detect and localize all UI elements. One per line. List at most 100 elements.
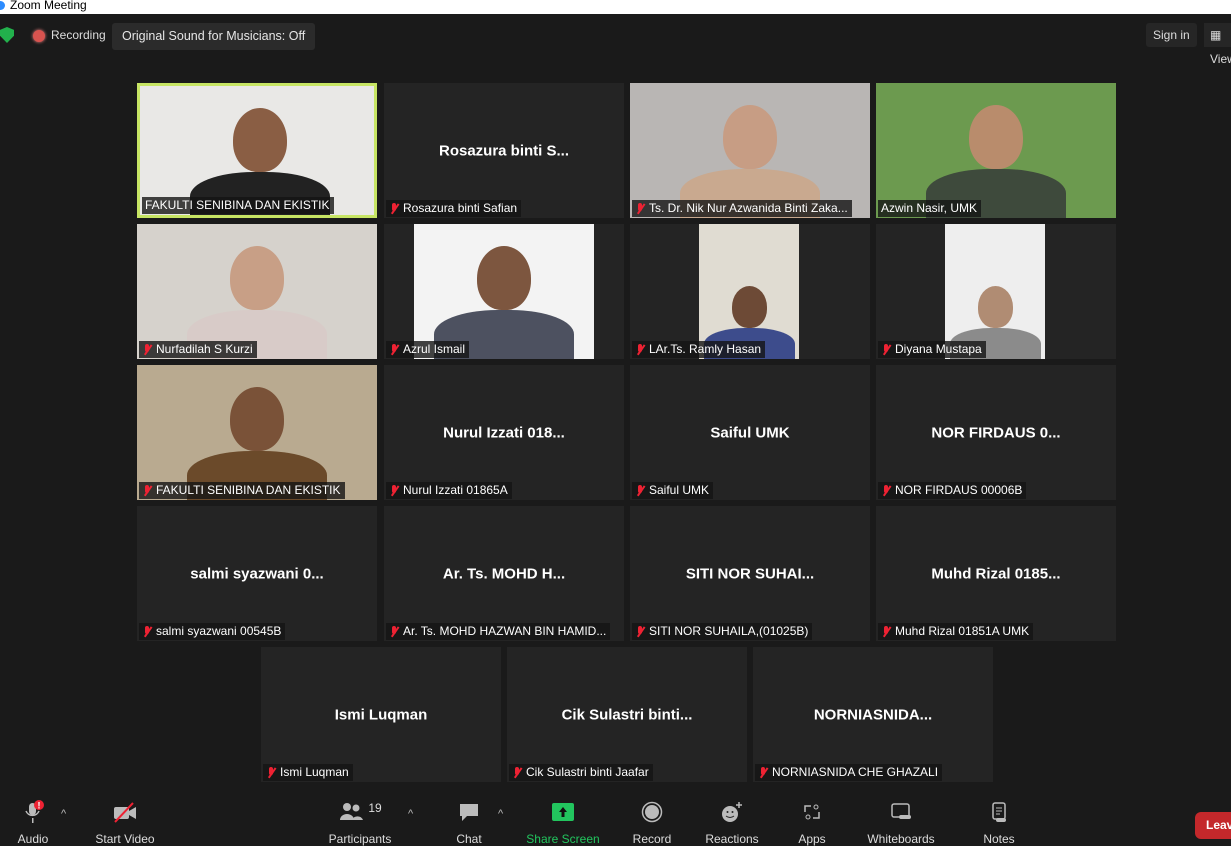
chat-options-caret[interactable]: ^ bbox=[498, 808, 503, 820]
audio-button[interactable]: ! Audio bbox=[12, 800, 54, 846]
participant-tile[interactable]: SITI NOR SUHAI... SITI NOR SUHAILA,(01025… bbox=[630, 506, 870, 641]
participant-video bbox=[414, 224, 594, 359]
apps-button[interactable]: Apps bbox=[796, 800, 828, 846]
participant-tile[interactable]: FAKULTI SENIBINA DAN EKISTIK bbox=[137, 83, 377, 218]
participant-display-name: Saiful UMK bbox=[710, 424, 790, 441]
participant-name-label: Cik Sulastri binti Jaafar bbox=[509, 764, 653, 781]
participant-name-label: Azwin Nasir, UMK bbox=[878, 200, 982, 217]
participant-display-name: Ismi Luqman bbox=[334, 706, 428, 723]
participant-video bbox=[137, 365, 377, 500]
whiteboard-icon bbox=[891, 803, 911, 819]
participant-display-name: salmi syazwani 0... bbox=[190, 565, 324, 582]
share-screen-button[interactable]: Share Screen bbox=[525, 800, 601, 846]
participant-tile[interactable]: Ar. Ts. MOHD H... Ar. Ts. MOHD HAZWAN BIN… bbox=[384, 506, 624, 641]
muted-mic-icon bbox=[881, 484, 891, 497]
start-video-button[interactable]: Start Video bbox=[92, 800, 158, 846]
participant-display-name: Ar. Ts. MOHD H... bbox=[442, 565, 566, 582]
participant-name-label: Muhd Rizal 01851A UMK bbox=[878, 623, 1034, 640]
recording-icon bbox=[33, 30, 45, 42]
whiteboards-button[interactable]: Whiteboards bbox=[864, 800, 938, 846]
apps-icon bbox=[804, 804, 820, 820]
muted-mic-icon bbox=[635, 202, 645, 215]
participant-name: LAr.Ts. Ramly Hasan bbox=[649, 342, 762, 356]
participant-name-label: LAr.Ts. Ramly Hasan bbox=[632, 341, 766, 358]
muted-mic-icon bbox=[512, 766, 522, 779]
reactions-icon bbox=[722, 802, 742, 822]
participant-display-name: NORNIASNIDA... bbox=[813, 706, 933, 723]
muted-mic-icon bbox=[142, 343, 152, 356]
participant-name: NORNIASNIDA CHE GHAZALI bbox=[772, 765, 939, 779]
participant-tile[interactable]: Rosazura binti S... Rosazura binti Safian bbox=[384, 83, 624, 218]
muted-mic-icon bbox=[881, 343, 891, 356]
muted-mic-icon bbox=[389, 625, 399, 638]
participant-name-label: Ismi Luqman bbox=[263, 764, 353, 781]
participants-options-caret[interactable]: ^ bbox=[408, 808, 413, 820]
participant-name: Azrul Ismail bbox=[403, 342, 466, 356]
participant-tile[interactable]: Azwin Nasir, UMK bbox=[876, 83, 1116, 218]
muted-mic-icon bbox=[389, 202, 399, 215]
muted-mic-icon bbox=[389, 343, 399, 356]
participant-name-label: SITI NOR SUHAILA,(01025B) bbox=[632, 623, 813, 640]
participant-tile[interactable]: Ismi Luqman Ismi Luqman bbox=[261, 647, 501, 782]
participant-tile[interactable]: Saiful UMK Saiful UMK bbox=[630, 365, 870, 500]
chat-icon bbox=[460, 804, 478, 821]
grid-icon: ▦ bbox=[1210, 28, 1222, 42]
participant-video bbox=[699, 224, 799, 359]
participant-name: Diyana Mustapa bbox=[895, 342, 982, 356]
participant-tile[interactable]: Azrul Ismail bbox=[384, 224, 624, 359]
participant-name-label: Diyana Mustapa bbox=[878, 341, 986, 358]
participant-name-label: NOR FIRDAUS 00006B bbox=[878, 482, 1027, 499]
participant-tile[interactable]: salmi syazwani 0... salmi syazwani 00545B bbox=[137, 506, 377, 641]
window-title: Zoom Meeting bbox=[10, 0, 87, 12]
participant-name: Azwin Nasir, UMK bbox=[881, 201, 978, 215]
participant-name: Nurfadilah S Kurzi bbox=[156, 342, 253, 356]
chat-button[interactable]: Chat bbox=[452, 800, 486, 846]
participant-tile[interactable]: FAKULTI SENIBINA DAN EKISTIK bbox=[137, 365, 377, 500]
participant-tile[interactable]: Diyana Mustapa bbox=[876, 224, 1116, 359]
share-screen-icon bbox=[552, 803, 574, 821]
leave-button[interactable]: Leave bbox=[1195, 812, 1231, 839]
participant-tile[interactable]: NOR FIRDAUS 0... NOR FIRDAUS 00006B bbox=[876, 365, 1116, 500]
participant-name: Nurul Izzati 01865A bbox=[403, 483, 508, 497]
notes-icon bbox=[992, 802, 1006, 822]
participant-name-label: FAKULTI SENIBINA DAN EKISTIK bbox=[139, 482, 345, 499]
participant-name-label: salmi syazwani 00545B bbox=[139, 623, 286, 640]
participant-video bbox=[876, 83, 1116, 218]
muted-mic-icon bbox=[142, 484, 152, 497]
participant-name-label: NORNIASNIDA CHE GHAZALI bbox=[755, 764, 943, 781]
microphone-icon: ! bbox=[25, 800, 44, 823]
participant-video bbox=[945, 224, 1045, 359]
record-button[interactable]: Record bbox=[630, 800, 674, 846]
participant-name: Muhd Rizal 01851A UMK bbox=[895, 624, 1030, 638]
participant-tile[interactable]: NORNIASNIDA... NORNIASNIDA CHE GHAZALI bbox=[753, 647, 993, 782]
participant-name: NOR FIRDAUS 00006B bbox=[895, 483, 1023, 497]
participant-name-label: Rosazura binti Safian bbox=[386, 200, 522, 217]
participant-tile[interactable]: Cik Sulastri binti... Cik Sulastri binti … bbox=[507, 647, 747, 782]
recording-label: Recording bbox=[51, 28, 106, 42]
participant-tile[interactable]: Nurfadilah S Kurzi bbox=[137, 224, 377, 359]
participant-tile[interactable]: Ts. Dr. Nik Nur Azwanida Binti Zaka... bbox=[630, 83, 870, 218]
participant-name: Ismi Luqman bbox=[280, 765, 349, 779]
sign-in-button[interactable]: Sign in bbox=[1146, 23, 1197, 47]
audio-options-caret[interactable]: ^ bbox=[61, 808, 66, 820]
muted-mic-icon bbox=[389, 484, 399, 497]
original-sound-button[interactable]: Original Sound for Musicians: Off bbox=[112, 23, 316, 50]
security-shield-icon[interactable] bbox=[0, 27, 14, 43]
zoom-logo-icon bbox=[0, 1, 5, 10]
video-off-icon bbox=[114, 802, 136, 823]
participant-tile[interactable]: LAr.Ts. Ramly Hasan bbox=[630, 224, 870, 359]
participant-tile[interactable]: Nurul Izzati 018... Nurul Izzati 01865A bbox=[384, 365, 624, 500]
notes-button[interactable]: Notes bbox=[980, 800, 1018, 846]
participant-video bbox=[140, 86, 374, 215]
meeting-toolbar: ! Audio ^ Start Video 19 Participants ^ … bbox=[0, 800, 1231, 846]
participant-tile[interactable]: Muhd Rizal 0185... Muhd Rizal 01851A UMK bbox=[876, 506, 1116, 641]
svg-text:!: ! bbox=[38, 801, 41, 811]
muted-mic-icon bbox=[635, 484, 645, 497]
participant-video bbox=[630, 83, 870, 218]
participants-button[interactable]: 19 Participants bbox=[326, 800, 394, 846]
view-button[interactable]: ▦ View bbox=[1204, 23, 1231, 66]
muted-mic-icon bbox=[142, 625, 152, 638]
reactions-button[interactable]: Reactions bbox=[704, 800, 760, 846]
participants-icon bbox=[340, 803, 364, 820]
participant-video bbox=[137, 224, 377, 359]
